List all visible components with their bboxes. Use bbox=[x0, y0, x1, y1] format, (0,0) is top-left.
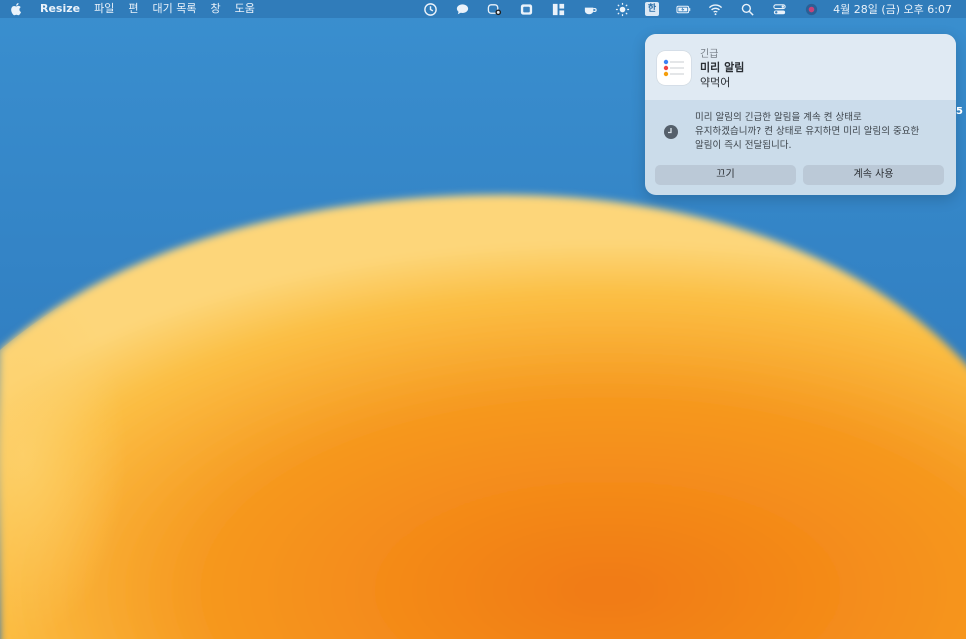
notification-category: 긴급 bbox=[700, 49, 719, 60]
teacup-icon[interactable] bbox=[583, 1, 599, 17]
message-line: 유지하겠습니까? 켠 상태로 유지하면 미리 알림의 중요한 bbox=[695, 126, 920, 137]
control-center-icon[interactable] bbox=[771, 1, 787, 17]
message-line: 알림이 즉시 전달됩니다. bbox=[695, 140, 792, 151]
menu-edit[interactable]: 편 bbox=[128, 0, 138, 18]
notification-banner[interactable]: 긴급 미리 알림 약먹어 미리 알림의 긴급한 알림을 계속 켠 상태로 유지하… bbox=[645, 34, 956, 195]
messages-icon[interactable] bbox=[455, 1, 471, 17]
menu-queue[interactable]: 대기 목록 bbox=[153, 0, 197, 18]
apple-icon[interactable] bbox=[10, 2, 22, 16]
wifi-icon[interactable] bbox=[707, 1, 723, 17]
menu-bar: Resize 파일 편 대기 목록 창 도움 한 4월 28일 (금) 오후 6… bbox=[0, 0, 966, 18]
notification-body: 약먹어 bbox=[700, 76, 731, 89]
menu-window[interactable]: 창 bbox=[210, 0, 220, 18]
layout-icon[interactable] bbox=[551, 1, 567, 17]
reminders-app-icon bbox=[657, 51, 691, 85]
search-icon[interactable] bbox=[739, 1, 755, 17]
desktop: Resize 파일 편 대기 목록 창 도움 한 4월 28일 (금) 오후 6… bbox=[0, 0, 966, 639]
brightness-icon[interactable] bbox=[615, 1, 631, 17]
screen-record-icon[interactable] bbox=[487, 1, 503, 17]
menubar-clock[interactable]: 4월 28일 (금) 오후 6:07 bbox=[833, 1, 952, 17]
notification-message: 미리 알림의 긴급한 알림을 계속 켠 상태로 유지하겠습니까? 켠 상태로 유… bbox=[695, 111, 945, 153]
menu-help[interactable]: 도움 bbox=[235, 0, 255, 18]
window-icon[interactable] bbox=[519, 1, 535, 17]
clock-icon bbox=[664, 125, 678, 139]
siri-icon[interactable] bbox=[803, 1, 819, 17]
edge-text: 5 bbox=[956, 106, 963, 117]
notification-app-title: 미리 알림 bbox=[700, 61, 745, 74]
notification-header bbox=[645, 34, 956, 100]
app-menu[interactable]: Resize bbox=[40, 0, 80, 18]
time-machine-icon[interactable] bbox=[423, 1, 439, 17]
menu-file[interactable]: 파일 bbox=[94, 0, 114, 18]
battery-icon[interactable] bbox=[675, 1, 691, 17]
turn-off-button[interactable]: 끄기 bbox=[655, 165, 796, 185]
message-line: 미리 알림의 긴급한 알림을 계속 켠 상태로 bbox=[695, 112, 862, 123]
keep-on-button[interactable]: 계속 사용 bbox=[803, 165, 944, 185]
input-source-badge[interactable]: 한 bbox=[644, 2, 660, 16]
